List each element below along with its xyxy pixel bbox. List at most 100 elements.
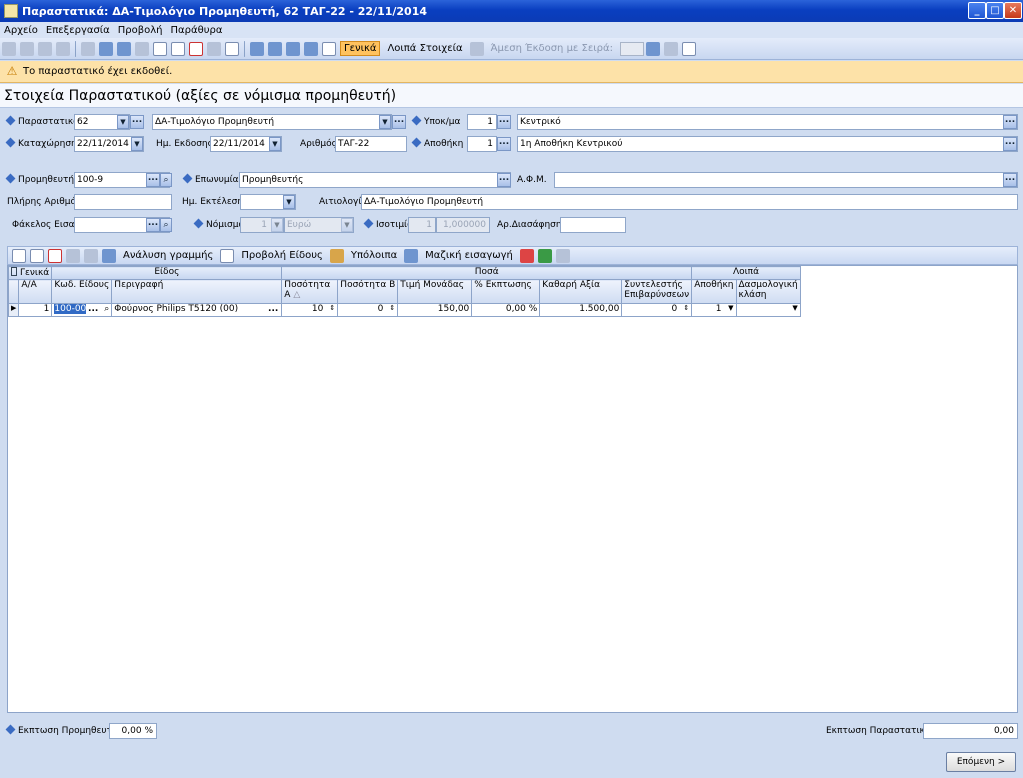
column-header-item-code[interactable]: Κωδ. Είδους bbox=[51, 279, 113, 304]
chevron-down-icon[interactable]: ▼ bbox=[283, 195, 295, 209]
row-pointer-icon[interactable]: ▶ bbox=[7, 303, 20, 317]
copy-icon[interactable] bbox=[117, 41, 131, 56]
book-icon[interactable] bbox=[645, 41, 660, 56]
search-icon[interactable]: ⌕ bbox=[160, 218, 172, 232]
paste-icon[interactable] bbox=[135, 41, 149, 56]
parity-code-field[interactable]: 1 bbox=[408, 217, 436, 233]
cell-charges-coefficient[interactable]: 0 ⇕ bbox=[621, 303, 693, 317]
column-header-quantity-a[interactable]: Ποσότητα Α △ bbox=[281, 279, 339, 304]
ellipsis-icon[interactable]: ... bbox=[1003, 137, 1017, 151]
cut-icon[interactable] bbox=[99, 41, 113, 56]
gift-icon[interactable] bbox=[519, 248, 534, 263]
cell-aa[interactable]: 1 bbox=[18, 303, 53, 317]
next-record-icon[interactable] bbox=[38, 41, 52, 56]
move-down-icon[interactable] bbox=[84, 248, 98, 263]
branch-name-field[interactable]: Κεντρικό bbox=[517, 114, 1018, 130]
column-header-aa[interactable]: Α/Α bbox=[18, 279, 53, 304]
edit-document-icon[interactable] bbox=[171, 41, 185, 56]
attachment-icon[interactable] bbox=[681, 41, 696, 56]
bulk-import-icon[interactable] bbox=[404, 248, 419, 263]
chevron-down-icon[interactable]: ▼ bbox=[117, 115, 129, 129]
tab-other-details[interactable]: Λοιπά Στοιχεία bbox=[384, 42, 465, 55]
last-record-icon[interactable] bbox=[56, 41, 70, 56]
list-view-icon[interactable] bbox=[286, 41, 300, 56]
cell-item-code[interactable]: 100-00... ⌕ bbox=[51, 303, 113, 317]
table-row[interactable]: ▶ 1 100-00... ⌕ Φούρνος Philips T5120 (00… bbox=[7, 303, 801, 317]
ellipsis-icon[interactable]: ... bbox=[1003, 173, 1017, 187]
view-item-button[interactable]: Προβολή Είδους bbox=[238, 249, 326, 262]
cell-quantity-a[interactable]: 10 ⇕ bbox=[281, 303, 339, 317]
number-field[interactable]: ΤΑΓ-22 bbox=[335, 136, 407, 152]
series-select[interactable] bbox=[619, 41, 644, 56]
ellipsis-icon[interactable]: ... bbox=[497, 115, 511, 129]
edit-line-icon[interactable] bbox=[30, 248, 44, 263]
ellipsis-icon[interactable]: ... bbox=[1003, 115, 1017, 129]
view-item-icon[interactable] bbox=[220, 248, 235, 263]
chevron-down-icon[interactable]: ▼ bbox=[131, 137, 143, 151]
delete-line-icon[interactable] bbox=[48, 248, 62, 263]
line-analysis-button[interactable]: Ανάλυση γραμμής bbox=[120, 249, 216, 262]
column-header-net-value[interactable]: Καθαρή Αξία bbox=[539, 279, 623, 304]
column-header-description[interactable]: Περιγραφή bbox=[111, 279, 283, 304]
move-up-icon[interactable] bbox=[66, 248, 80, 263]
column-header-charges-coefficient[interactable]: Συντελεστής Επιβαρύνσεων bbox=[621, 279, 693, 304]
warehouse-name-field[interactable]: 1η Αποθήκη Κεντρικού bbox=[517, 136, 1018, 152]
menu-edit[interactable]: Επεξεργασία bbox=[42, 25, 114, 36]
transfer-icon[interactable] bbox=[268, 41, 282, 56]
ellipsis-icon[interactable]: ... bbox=[130, 115, 144, 129]
name-field[interactable]: Προμηθευτής bbox=[239, 172, 511, 188]
search-icon[interactable]: ⌕ bbox=[160, 173, 172, 187]
close-button[interactable]: ✕ bbox=[1004, 2, 1022, 19]
ellipsis-icon[interactable]: ... bbox=[497, 173, 511, 187]
maximize-button[interactable]: □ bbox=[986, 2, 1004, 19]
clearance-field[interactable] bbox=[560, 217, 626, 233]
save-icon[interactable] bbox=[207, 41, 221, 56]
tab-general[interactable]: Γενικά bbox=[340, 41, 381, 56]
first-record-icon[interactable] bbox=[2, 41, 16, 56]
ellipsis-icon[interactable]: ... bbox=[497, 137, 511, 151]
column-header-discount[interactable]: % Εκπτωσης bbox=[471, 279, 541, 304]
next-button[interactable]: Επόμενη > bbox=[946, 752, 1016, 772]
ellipsis-icon[interactable]: ... bbox=[146, 173, 160, 187]
supplier-discount-field[interactable]: 0,00 % bbox=[109, 723, 157, 739]
cell-warehouse[interactable]: 1 ▼ bbox=[691, 303, 737, 317]
column-header-quantity-b[interactable]: Ποσότητα Β bbox=[337, 279, 399, 304]
column-header-warehouse[interactable]: Αποθήκη bbox=[691, 279, 737, 304]
chevron-down-icon[interactable]: ▼ bbox=[269, 137, 281, 151]
column-header-unit-price[interactable]: Τιμή Μονάδας bbox=[397, 279, 473, 304]
full-number-field[interactable] bbox=[74, 194, 172, 210]
previous-record-icon[interactable] bbox=[20, 41, 34, 56]
chevron-down-icon[interactable]: ▼ bbox=[379, 115, 391, 129]
ellipsis-icon[interactable]: ... bbox=[392, 115, 406, 129]
cell-description[interactable]: Φούρνος Philips T5120 (00)... bbox=[111, 303, 283, 317]
undo-icon[interactable] bbox=[81, 41, 95, 56]
new-line-icon[interactable] bbox=[12, 248, 26, 263]
ellipsis-icon[interactable]: ... bbox=[146, 218, 160, 232]
menu-window[interactable]: Παράθυρα bbox=[167, 25, 227, 36]
remaining-button[interactable]: Υπόλοιπα bbox=[348, 249, 400, 262]
calculator-icon[interactable] bbox=[663, 41, 678, 56]
window-icon[interactable] bbox=[304, 41, 318, 56]
bulk-import-button[interactable]: Μαζική εισαγωγή bbox=[422, 249, 516, 262]
cell-unit-price[interactable]: 150,00 bbox=[397, 303, 473, 317]
new-document-icon[interactable] bbox=[153, 41, 167, 56]
chevron-down-icon[interactable]: ▼ bbox=[271, 218, 283, 232]
document-icon[interactable] bbox=[322, 41, 336, 56]
delete-icon[interactable] bbox=[189, 41, 203, 56]
filter-icon[interactable] bbox=[555, 248, 570, 263]
document-name-field[interactable]: ΔΑ-Τιμολόγιο Προμηθευτή bbox=[152, 114, 392, 130]
branch-code-field[interactable]: 1 bbox=[467, 114, 497, 130]
direct-issue-icon[interactable] bbox=[469, 41, 484, 56]
cell-discount[interactable]: 0,00 % bbox=[471, 303, 541, 317]
money-icon[interactable] bbox=[537, 248, 552, 263]
balance-icon[interactable] bbox=[329, 248, 344, 263]
cell-net-value[interactable]: 1.500,00 bbox=[539, 303, 623, 317]
chevron-down-icon[interactable]: ▼ bbox=[341, 218, 353, 232]
menu-view[interactable]: Προβολή bbox=[114, 25, 167, 36]
document-discount-field[interactable]: 0,00 bbox=[923, 723, 1018, 739]
minimize-button[interactable]: _ bbox=[968, 2, 986, 19]
afm-field[interactable] bbox=[554, 172, 1018, 188]
column-header-tariff-class[interactable]: Δασμολογική κλάση bbox=[735, 279, 801, 304]
cell-quantity-b[interactable]: 0 ⇕ bbox=[337, 303, 399, 317]
print-icon[interactable] bbox=[225, 41, 239, 56]
